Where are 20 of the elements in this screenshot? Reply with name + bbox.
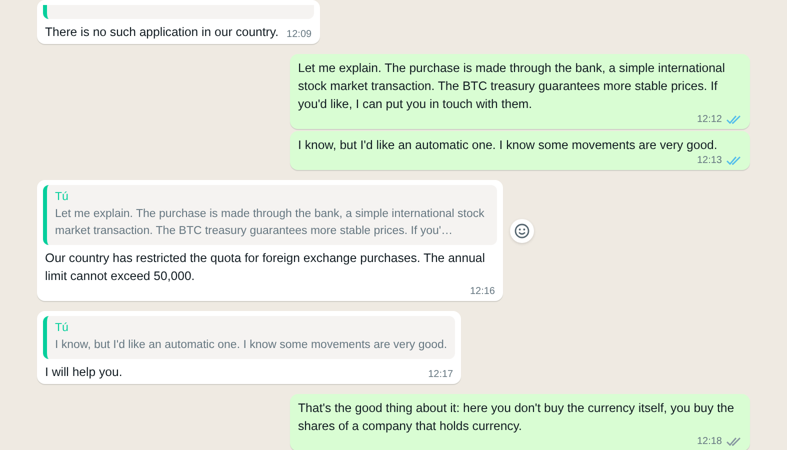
message-time: 12:17 [428,370,454,380]
message-time: 12:16 [470,286,495,296]
message-text: I will help you. [45,364,122,381]
message-time: 12:18 [696,436,722,446]
quote-text: I know, but I'd like an automatic one. I know some movements are very good. [55,338,448,353]
message-text: I know, but I'd like an automatic one. I know some movements are very good. [298,137,718,154]
quoted-message[interactable]: Tú Let me explain. The purchase is made through the bank, a simple international stock market transaction. The BTC treasury guarantees more stable prices. If you'… [43,185,497,245]
message-text: There is no such application in our country. [45,24,279,41]
message-text: Our country has restricted the quota for foreign exchange purchases. The annual limit cannot exceed 50,000. [45,250,486,285]
smiley-icon [514,222,530,238]
message-text: Let me explain. The purchase is made through the bank, a simple international stock market transaction. The BTC treasury guarantees more stable prices. If you'd like, I can put you in touch with them. [298,60,726,113]
emoji-react-button[interactable] [510,218,534,242]
quote-text: Let me explain. The purchase is made through the bank, a simple international stock market transaction. The BTC treasury guarantees more stable prices. If you'… [55,207,486,239]
quote-author: Tú [55,321,70,336]
quoted-message[interactable]: Tú I know, but I'd like an automatic one. I know some movements are very good. [43,316,456,359]
message-time: 12:12 [696,114,722,124]
message-time: 12:13 [696,156,722,166]
quote-author: Tú [55,190,70,205]
message-time: 12:09 [286,30,312,40]
message-text: That's the good thing about it: here you don't buy the currency itself, you buy the shares of a company that holds currency. [298,400,736,435]
